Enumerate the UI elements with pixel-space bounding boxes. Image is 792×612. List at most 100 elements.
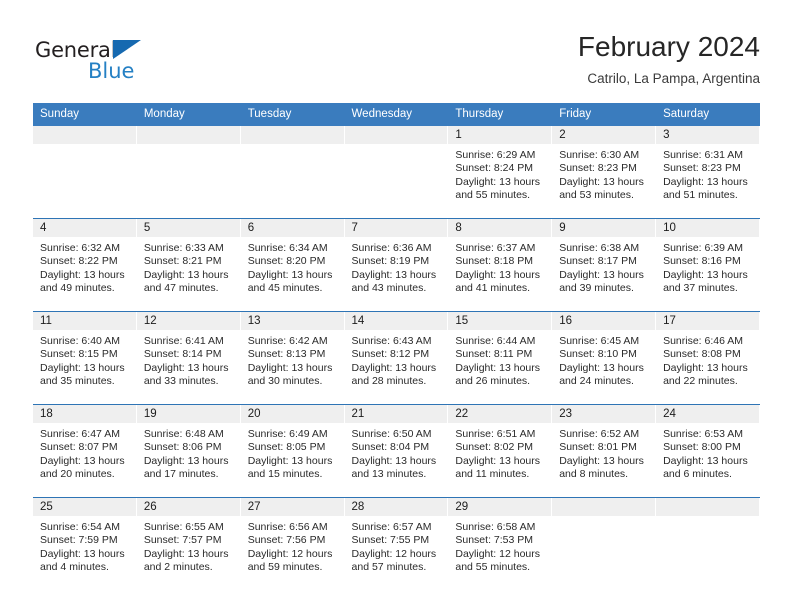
calendar-day-cell[interactable]: 6 Sunrise: 6:34 AM Sunset: 8:20 PM Daylight… — [240, 219, 345, 311]
weekday-header-thursday: Thursday — [448, 103, 553, 126]
day-number-band: 1 — [448, 126, 553, 144]
sunrise-time: Sunrise: 6:32 AM — [40, 242, 120, 254]
calendar-day-cell[interactable]: 19 Sunrise: 6:48 AM Sunset: 8:06 PM Dayligh… — [136, 405, 241, 497]
daylight-duration-line1: Daylight: 13 hours — [351, 361, 437, 374]
day-number: 21 — [351, 408, 365, 420]
calendar-day-cell[interactable]: 10 Sunrise: 6:39 AM Sunset: 8:16 PM Dayligh… — [656, 219, 760, 311]
calendar-day-cell[interactable]: 16 Sunrise: 6:45 AM Sunset: 8:10 PM Dayligh… — [552, 312, 657, 404]
day-number-band: 22 — [448, 405, 553, 423]
day-number: 1 — [455, 129, 462, 141]
day-number: 28 — [351, 501, 365, 513]
calendar-day-cell[interactable]: 1 Sunrise: 6:29 AM Sunset: 8:24 PM Daylight… — [448, 126, 553, 218]
sunset-time: Sunset: 8:22 PM — [40, 255, 118, 268]
sunrise-time: Sunrise: 6:54 AM — [40, 521, 120, 533]
sunrise-time: Sunrise: 6:45 AM — [559, 335, 640, 347]
day-number-band: 15 — [448, 312, 553, 330]
calendar-day-cell[interactable]: 2 Sunrise: 6:30 AM Sunset: 8:23 PM Daylight… — [552, 126, 657, 218]
calendar-day-cell[interactable]: 14 Sunrise: 6:43 AM Sunset: 8:12 PM Dayligh… — [344, 312, 449, 404]
day-details: Sunrise: 6:54 AM Sunset: 7:59 PM Daylight:… — [33, 516, 137, 575]
daylight-duration-line2: and 26 minutes. — [455, 375, 531, 388]
weekday-header-wednesday: Wednesday — [344, 103, 449, 126]
weekday-header-tuesday: Tuesday — [240, 103, 345, 126]
sunrise-time: Sunrise: 6:36 AM — [351, 242, 432, 254]
calendar-day-cell[interactable]: 9 Sunrise: 6:38 AM Sunset: 8:17 PM Daylight… — [552, 219, 657, 311]
calendar-day-cell[interactable]: 29 Sunrise: 6:58 AM Sunset: 7:53 PM Dayligh… — [448, 498, 553, 590]
day-number: 24 — [663, 408, 676, 420]
day-number-band: 24 — [656, 405, 760, 423]
day-details: Sunrise: 6:34 AM Sunset: 8:20 PM Daylight:… — [241, 237, 345, 296]
daylight-duration-line1: Daylight: 13 hours — [143, 547, 229, 560]
daylight-duration-line2: and 33 minutes. — [143, 375, 219, 388]
calendar-day-cell[interactable]: 25 Sunrise: 6:54 AM Sunset: 7:59 PM Dayligh… — [33, 498, 137, 590]
daylight-duration-line2: and 59 minutes. — [247, 561, 323, 574]
day-number: 5 — [143, 222, 151, 234]
calendar-day-cell[interactable]: 27 Sunrise: 6:56 AM Sunset: 7:56 PM Dayligh… — [240, 498, 345, 590]
page-subtitle: Catrilo, La Pampa, Argentina — [587, 71, 760, 86]
calendar-day-cell[interactable]: 8 Sunrise: 6:37 AM Sunset: 8:18 PM Daylight… — [448, 219, 553, 311]
day-number — [33, 126, 136, 128]
day-number-band: 7 — [344, 219, 449, 237]
day-number-band — [552, 498, 657, 516]
daylight-duration-line1: Daylight: 13 hours — [40, 361, 125, 374]
sunrise-time: Sunrise: 6:31 AM — [663, 149, 744, 161]
daylight-duration-line2: and 6 minutes. — [663, 468, 732, 481]
calendar-day-cell[interactable]: 20 Sunrise: 6:49 AM Sunset: 8:05 PM Dayligh… — [240, 405, 345, 497]
daylight-duration-line1: Daylight: 13 hours — [455, 361, 541, 374]
day-details: Sunrise: 6:48 AM Sunset: 8:06 PM Daylight:… — [137, 423, 241, 482]
day-details: Sunrise: 6:51 AM Sunset: 8:02 PM Daylight:… — [448, 423, 552, 482]
daylight-duration-line1: Daylight: 13 hours — [40, 547, 125, 560]
brand-logo[interactable]: General Blue — [33, 38, 263, 92]
calendar-week-row: 4 Sunrise: 6:32 AM Sunset: 8:22 PM Daylight… — [33, 218, 760, 312]
day-number-band: 13 — [240, 312, 345, 330]
daylight-duration-line2: and 28 minutes. — [351, 375, 427, 388]
daylight-duration-line2: and 41 minutes. — [455, 282, 531, 295]
calendar-header-row: Sunday Monday Tuesday Wednesday Thursday Frid… — [33, 103, 760, 126]
sunset-time: Sunset: 8:11 PM — [455, 348, 533, 361]
calendar-day-cell[interactable]: 15 Sunrise: 6:44 AM Sunset: 8:11 PM Dayligh… — [448, 312, 553, 404]
calendar-day-cell[interactable]: 4 Sunrise: 6:32 AM Sunset: 8:22 PM Daylight… — [33, 219, 137, 311]
day-number-band — [136, 126, 241, 144]
day-details: Sunrise: 6:53 AM Sunset: 8:00 PM Daylight:… — [656, 423, 760, 482]
day-number: 16 — [559, 315, 573, 327]
daylight-duration-line1: Daylight: 13 hours — [143, 361, 229, 374]
day-number-band: 23 — [552, 405, 657, 423]
calendar-day-cell[interactable]: 13 Sunrise: 6:42 AM Sunset: 8:13 PM Dayligh… — [240, 312, 345, 404]
calendar-day-cell[interactable]: 18 Sunrise: 6:47 AM Sunset: 8:07 PM Dayligh… — [33, 405, 137, 497]
daylight-duration-line2: and 55 minutes. — [455, 561, 531, 574]
daylight-duration-line2: and 43 minutes. — [351, 282, 427, 295]
sunrise-time: Sunrise: 6:51 AM — [455, 428, 536, 440]
day-number: 25 — [40, 501, 53, 513]
calendar-day-cell[interactable]: 28 Sunrise: 6:57 AM Sunset: 7:55 PM Dayligh… — [344, 498, 449, 590]
calendar-day-cell[interactable]: 11 Sunrise: 6:40 AM Sunset: 8:15 PM Dayligh… — [33, 312, 137, 404]
day-number: 10 — [663, 222, 676, 234]
daylight-duration-line1: Daylight: 13 hours — [559, 175, 644, 188]
brand-name-blue: Blue — [88, 59, 135, 83]
calendar-day-cell[interactable]: 17 Sunrise: 6:46 AM Sunset: 8:08 PM Dayligh… — [656, 312, 760, 404]
day-number: 17 — [663, 315, 676, 327]
day-details: Sunrise: 6:44 AM Sunset: 8:11 PM Daylight:… — [448, 330, 552, 389]
calendar-day-cell[interactable]: 22 Sunrise: 6:51 AM Sunset: 8:02 PM Dayligh… — [448, 405, 553, 497]
day-number: 4 — [40, 222, 47, 234]
calendar-day-cell[interactable]: 12 Sunrise: 6:41 AM Sunset: 8:14 PM Dayligh… — [136, 312, 241, 404]
calendar-day-cell[interactable]: 23 Sunrise: 6:52 AM Sunset: 8:01 PM Dayligh… — [552, 405, 657, 497]
day-details: Sunrise: 6:38 AM Sunset: 8:17 PM Daylight:… — [552, 237, 656, 296]
calendar-day-cell[interactable]: 26 Sunrise: 6:55 AM Sunset: 7:57 PM Dayligh… — [136, 498, 241, 590]
calendar-day-cell[interactable]: 5 Sunrise: 6:33 AM Sunset: 8:21 PM Daylight… — [136, 219, 241, 311]
calendar-day-cell-empty — [656, 498, 760, 590]
day-number-band: 9 — [552, 219, 657, 237]
calendar-day-cell[interactable]: 7 Sunrise: 6:36 AM Sunset: 8:19 PM Daylight… — [344, 219, 449, 311]
day-number: 6 — [247, 222, 255, 234]
sunset-time: Sunset: 8:02 PM — [455, 441, 534, 454]
day-details: Sunrise: 6:42 AM Sunset: 8:13 PM Daylight:… — [241, 330, 345, 389]
calendar-day-cell-empty — [240, 126, 345, 218]
calendar-day-cell[interactable]: 24 Sunrise: 6:53 AM Sunset: 8:00 PM Dayligh… — [656, 405, 760, 497]
sunrise-time: Sunrise: 6:57 AM — [351, 521, 432, 533]
daylight-duration-line2: and 35 minutes. — [40, 375, 115, 388]
day-number-band: 6 — [240, 219, 345, 237]
day-number: 23 — [559, 408, 573, 420]
calendar-day-cell[interactable]: 21 Sunrise: 6:50 AM Sunset: 8:04 PM Dayligh… — [344, 405, 449, 497]
calendar-day-cell[interactable]: 3 Sunrise: 6:31 AM Sunset: 8:23 PM Daylight… — [656, 126, 760, 218]
sunrise-time: Sunrise: 6:42 AM — [247, 335, 328, 347]
day-details: Sunrise: 6:50 AM Sunset: 8:04 PM Daylight:… — [345, 423, 449, 482]
calendar-week-row: 25 Sunrise: 6:54 AM Sunset: 7:59 PM Dayligh… — [33, 497, 760, 590]
